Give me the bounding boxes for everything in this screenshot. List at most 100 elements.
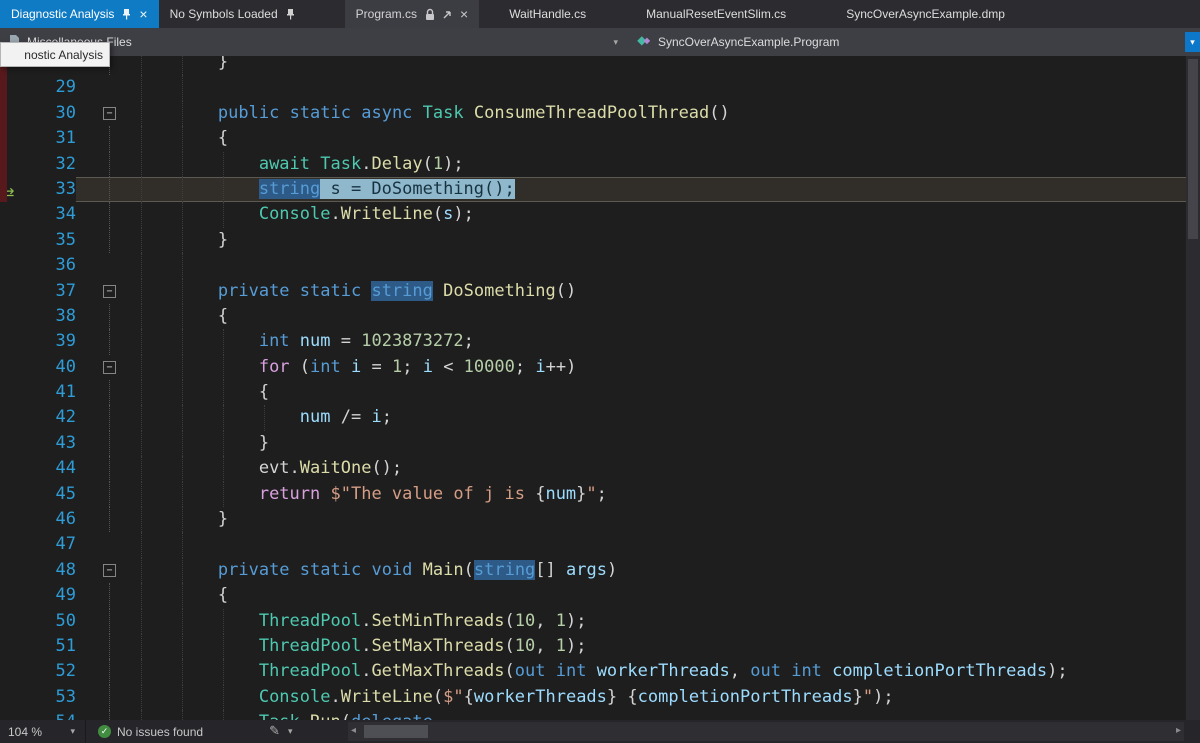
code-text[interactable] [116, 532, 1186, 557]
code-line[interactable]: 53 Console.WriteLine($"{workerThreads} {… [0, 685, 1186, 710]
code-text[interactable]: evt.WaitOne(); [116, 456, 1186, 481]
line-number[interactable]: 37 [30, 279, 76, 304]
outlining-margin[interactable] [76, 685, 116, 710]
code-line[interactable]: 34 Console.WriteLine(s); [0, 202, 1186, 227]
code-text[interactable]: return $"The value of j is {num}"; [116, 482, 1186, 507]
breakpoint-margin[interactable] [0, 380, 30, 405]
line-number[interactable]: 36 [30, 253, 76, 278]
breakpoint-margin[interactable] [0, 659, 30, 684]
horizontal-scrollbar[interactable]: ◂ ▸ [348, 722, 1184, 741]
code-text[interactable]: ThreadPool.SetMaxThreads(10, 1); [116, 634, 1186, 659]
code-text[interactable] [116, 253, 1186, 278]
close-icon[interactable]: × [139, 7, 147, 21]
line-number[interactable]: 32 [30, 152, 76, 177]
code-line[interactable]: 37− private static string DoSomething() [0, 279, 1186, 304]
outlining-margin[interactable]: − [76, 101, 116, 126]
breakpoint-margin[interactable] [0, 609, 30, 634]
member-dropdown[interactable]: SyncOverAsyncExample.Program ▾ [628, 28, 1200, 56]
breakpoint-margin[interactable] [0, 710, 30, 720]
outlining-margin[interactable] [76, 710, 116, 720]
code-text[interactable]: public static async Task ConsumeThreadPo… [116, 101, 1186, 126]
code-line[interactable]: 39 int num = 1023873272; [0, 329, 1186, 354]
line-number[interactable]: 47 [30, 532, 76, 557]
outlining-margin[interactable] [76, 583, 116, 608]
line-number[interactable]: 41 [30, 380, 76, 405]
outlining-margin[interactable] [76, 482, 116, 507]
code-line[interactable]: 36 [0, 253, 1186, 278]
code-text[interactable]: { [116, 583, 1186, 608]
code-text[interactable]: ThreadPool.SetMinThreads(10, 1); [116, 609, 1186, 634]
code-text[interactable]: Console.WriteLine(s); [116, 202, 1186, 227]
line-number[interactable]: 53 [30, 685, 76, 710]
outlining-margin[interactable]: − [76, 355, 116, 380]
code-text[interactable]: } [116, 507, 1186, 532]
line-number[interactable]: 49 [30, 583, 76, 608]
close-icon[interactable]: × [460, 7, 468, 21]
code-line[interactable]: 35 } [0, 228, 1186, 253]
code-text[interactable] [116, 75, 1186, 100]
health-indicator[interactable]: ✓ No issues found [98, 725, 203, 739]
breakpoint-margin[interactable] [0, 507, 30, 532]
breakpoint-margin[interactable] [0, 482, 30, 507]
outlining-margin[interactable] [76, 456, 116, 481]
code-line[interactable]: 28 } [0, 56, 1186, 75]
chevron-down-icon[interactable]: ▾ [288, 726, 293, 737]
scroll-right-icon[interactable]: ▸ [1176, 725, 1181, 736]
line-number[interactable]: 52 [30, 659, 76, 684]
code-text[interactable]: } [116, 56, 1186, 75]
outlining-margin[interactable] [76, 253, 116, 278]
line-number[interactable]: 54 [30, 710, 76, 720]
breakpoint-margin[interactable] [0, 405, 30, 430]
code-line[interactable]: 47 [0, 532, 1186, 557]
outlining-margin[interactable] [76, 507, 116, 532]
line-number[interactable]: 33 [30, 177, 76, 202]
code-line[interactable]: 51 ThreadPool.SetMaxThreads(10, 1); [0, 634, 1186, 659]
code-line[interactable]: 40− for (int i = 1; i < 10000; i++) [0, 355, 1186, 380]
breakpoint-margin[interactable] [0, 253, 30, 278]
outlining-margin[interactable] [76, 405, 116, 430]
code-text[interactable]: Task.Run(delegate [116, 710, 1186, 720]
breakpoint-margin[interactable] [0, 329, 30, 354]
line-number[interactable]: 45 [30, 482, 76, 507]
tab-syncoverasyncexample-dmp[interactable]: SyncOverAsyncExample.dmp [816, 0, 1035, 28]
code-line[interactable]: 46 } [0, 507, 1186, 532]
code-line[interactable]: ⇄33 string s = DoSomething(); [0, 177, 1186, 202]
code-line[interactable]: 42 num /= i; [0, 405, 1186, 430]
outlining-margin[interactable] [76, 202, 116, 227]
code-line[interactable]: 41 { [0, 380, 1186, 405]
line-number[interactable]: 42 [30, 405, 76, 430]
line-number[interactable]: 29 [30, 75, 76, 100]
tab-program-cs[interactable]: Program.cs× [345, 0, 480, 28]
pin-icon[interactable] [121, 8, 132, 20]
fold-toggle[interactable]: − [103, 361, 116, 374]
code-line[interactable]: 44 evt.WaitOne(); [0, 456, 1186, 481]
fold-toggle[interactable]: − [103, 285, 116, 298]
line-number[interactable]: 35 [30, 228, 76, 253]
line-number[interactable]: 51 [30, 634, 76, 659]
edit-icon[interactable]: ✎ [269, 724, 280, 739]
code-text[interactable]: } [116, 228, 1186, 253]
outlining-margin[interactable] [76, 380, 116, 405]
code-line[interactable]: 31 { [0, 126, 1186, 151]
breakpoint-margin[interactable] [0, 304, 30, 329]
line-number[interactable]: 44 [30, 456, 76, 481]
outlining-margin[interactable]: − [76, 558, 116, 583]
outlining-margin[interactable] [76, 634, 116, 659]
scrollbar-thumb[interactable] [1188, 59, 1198, 239]
code-text[interactable]: for (int i = 1; i < 10000; i++) [116, 355, 1186, 380]
zoom-control[interactable]: 104 % ▾ [0, 720, 86, 743]
tab-waithandle-cs[interactable]: WaitHandle.cs [479, 0, 616, 28]
scroll-left-icon[interactable]: ◂ [351, 725, 356, 736]
breakpoint-margin[interactable] [0, 558, 30, 583]
tab-no-symbols-loaded[interactable]: No Symbols Loaded [159, 0, 307, 28]
scrollbar-thumb[interactable] [364, 725, 428, 738]
outlining-margin[interactable] [76, 431, 116, 456]
line-number[interactable]: 38 [30, 304, 76, 329]
code-text[interactable]: { [116, 380, 1186, 405]
code-line[interactable]: 50 ThreadPool.SetMinThreads(10, 1); [0, 609, 1186, 634]
breakpoint-margin[interactable] [0, 355, 30, 380]
outlining-margin[interactable] [76, 228, 116, 253]
code-line[interactable]: 38 { [0, 304, 1186, 329]
pin-icon[interactable] [285, 8, 296, 20]
outlining-margin[interactable] [76, 304, 116, 329]
